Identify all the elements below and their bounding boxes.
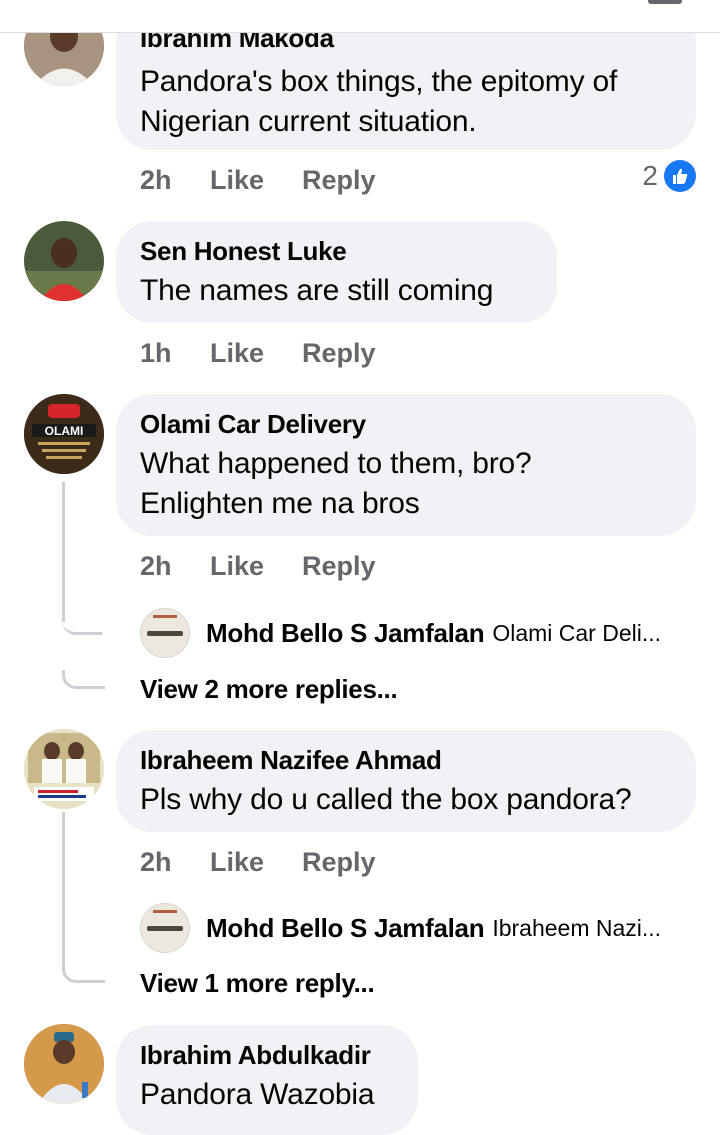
like-button[interactable]: Like xyxy=(210,338,302,369)
reply-button[interactable]: Reply xyxy=(302,551,376,582)
comment-text-line: Pandora's box things, the epitomy of xyxy=(140,65,618,98)
comment-time[interactable]: 1h xyxy=(140,338,210,369)
avatar[interactable] xyxy=(24,1024,104,1104)
reaction-count: 2 xyxy=(642,160,658,191)
reply-button[interactable]: Reply xyxy=(302,165,376,196)
reply-avatar[interactable] xyxy=(140,903,190,953)
comment-bubble[interactable]: Olami Car Delivery What happened to them… xyxy=(116,394,696,536)
reply-button[interactable]: Reply xyxy=(302,338,376,369)
like-button[interactable]: Like xyxy=(210,165,302,196)
comment-text-line: What happened to them, bro? xyxy=(140,447,532,480)
comment-text-line: Pls why do u called the box pandora? xyxy=(140,783,632,816)
user-avatar-icon xyxy=(141,609,189,657)
reply-preview[interactable]: Mohd Bello S Jamfalan Olami Car Deli... xyxy=(140,608,661,658)
reaction-summary[interactable]: 2 xyxy=(642,160,696,192)
thread-connector xyxy=(62,670,105,689)
menu-icon[interactable] xyxy=(648,0,682,4)
reply-button[interactable]: Reply xyxy=(302,847,376,878)
user-avatar-icon xyxy=(24,221,104,301)
reply-avatar[interactable] xyxy=(140,608,190,658)
comment-time[interactable]: 2h xyxy=(140,551,210,582)
comment-actions: 2h Like Reply xyxy=(140,546,376,586)
user-avatar-icon xyxy=(141,904,189,952)
thumbs-up-icon xyxy=(664,160,696,192)
comment-time[interactable]: 2h xyxy=(140,847,210,878)
avatar[interactable] xyxy=(24,729,104,809)
comment-author[interactable]: Ibraheem Nazifee Ahmad xyxy=(140,744,672,776)
comment-text-line: Enlighten me na bros xyxy=(140,487,420,520)
comment-text-line: Nigerian current situation. xyxy=(140,105,477,138)
thread-line xyxy=(62,920,65,966)
comment-time[interactable]: 2h xyxy=(140,165,210,196)
comment-text-line: Pandora Wazobia xyxy=(140,1078,375,1111)
comment-actions: 2h Like Reply xyxy=(140,842,376,882)
comment-author[interactable]: Ibrahim Abdulkadir xyxy=(140,1039,394,1071)
comment-actions: 1h Like Reply xyxy=(140,333,376,373)
thread-connector xyxy=(62,964,105,983)
thread-connector xyxy=(62,618,102,635)
comment-author[interactable]: Olami Car Delivery xyxy=(140,408,672,440)
like-button[interactable]: Like xyxy=(210,551,302,582)
thread-line xyxy=(62,812,65,922)
comment-text-line: The names are still coming xyxy=(140,274,494,307)
business-logo-icon: OLAMI xyxy=(24,394,104,474)
reply-snippet: Olami Car Deli... xyxy=(492,619,662,646)
avatar[interactable] xyxy=(24,221,104,301)
comment-bubble[interactable]: Ibraheem Nazifee Ahmad Pls why do u call… xyxy=(116,730,696,832)
comment-bubble[interactable]: Sen Honest Luke The names are still comi… xyxy=(116,221,557,323)
user-avatar-icon xyxy=(24,729,104,809)
avatar[interactable]: OLAMI xyxy=(24,394,104,474)
svg-text:OLAMI: OLAMI xyxy=(45,424,84,438)
like-button[interactable]: Like xyxy=(210,847,302,878)
thread-line xyxy=(62,482,65,622)
comment-actions: 2h Like Reply xyxy=(140,160,376,200)
reply-author[interactable]: Mohd Bello S Jamfalan xyxy=(206,913,485,944)
comment-bubble[interactable]: Ibrahim Abdulkadir Pandora Wazobia xyxy=(116,1025,418,1135)
user-avatar-icon xyxy=(24,1024,104,1104)
reply-snippet: Ibraheem Nazi... xyxy=(492,914,662,941)
view-more-replies-link[interactable]: View 1 more reply... xyxy=(140,968,375,999)
top-bar xyxy=(0,0,720,33)
reply-author[interactable]: Mohd Bello S Jamfalan xyxy=(206,618,485,649)
comment-author[interactable]: Sen Honest Luke xyxy=(140,235,533,267)
reply-preview[interactable]: Mohd Bello S Jamfalan Ibraheem Nazi... xyxy=(140,903,661,953)
view-more-replies-link[interactable]: View 2 more replies... xyxy=(140,674,398,705)
